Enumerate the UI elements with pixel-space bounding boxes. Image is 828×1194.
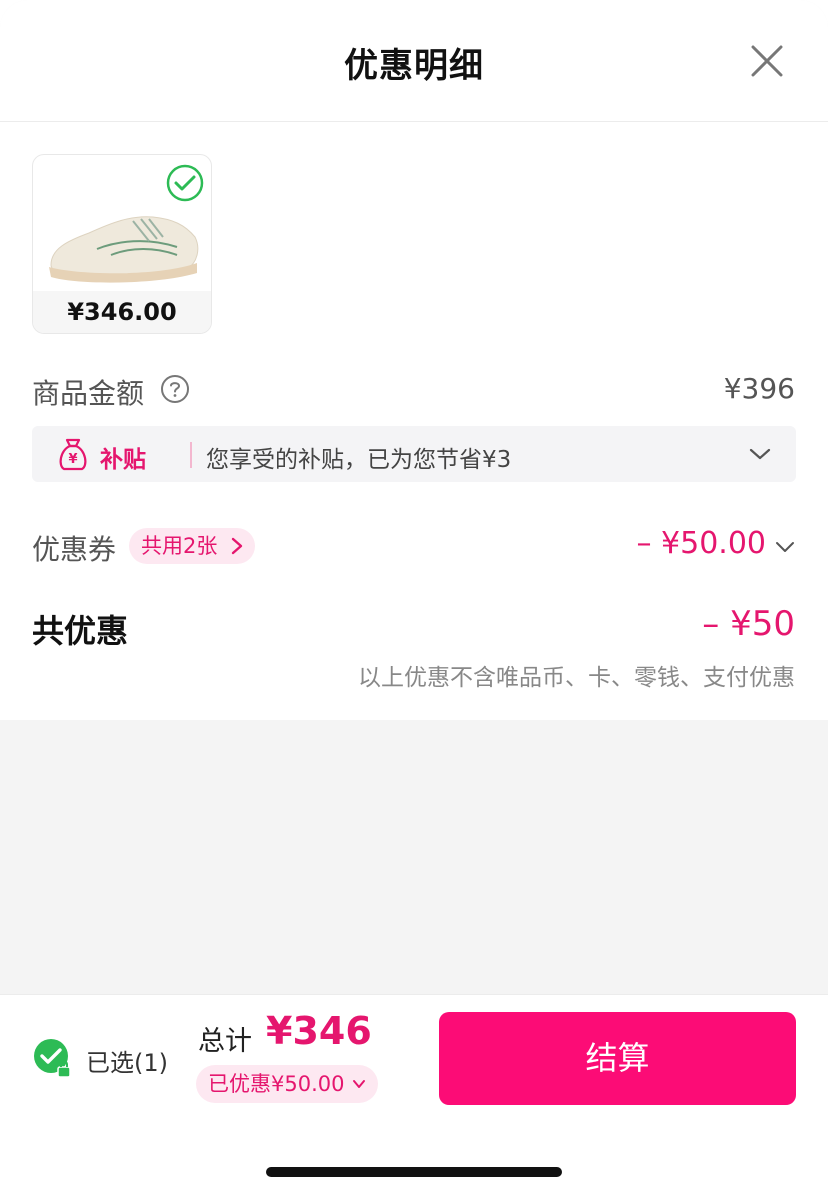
subsidy-bar[interactable]: ¥ 补贴 您享受的补贴，已为您节省¥3 — [32, 426, 796, 482]
total-discount-label: 共优惠 — [32, 612, 129, 650]
close-icon[interactable] — [746, 40, 788, 82]
page-title: 优惠明细 — [344, 46, 484, 86]
help-circle-icon[interactable] — [160, 374, 190, 404]
total-value: ¥346 — [266, 1009, 372, 1053]
saved-amount-chip[interactable]: 已优惠¥50.00 — [196, 1065, 379, 1103]
chevron-down-icon[interactable] — [774, 538, 796, 556]
lock-check-icon[interactable] — [32, 1037, 74, 1079]
checkout-bar: 已选(1) 总计 ¥346 已优惠¥50.00 结算 — [0, 994, 828, 1194]
subsidy-text: 您享受的补贴，已为您节省¥3 — [206, 447, 512, 473]
subsidy-divider — [190, 442, 192, 468]
subsidy-tag: 补贴 — [100, 447, 146, 473]
checkout-button[interactable]: 结算 — [439, 1012, 796, 1105]
detail-panel: 优惠明细 ¥346.00 商品金额 ¥396 ¥ 补贴 您享受的补贴，已为您节省… — [0, 0, 828, 720]
goods-amount-value: ¥396 — [723, 372, 795, 405]
home-indicator[interactable] — [266, 1167, 562, 1177]
check-circle-icon[interactable] — [165, 163, 205, 203]
product-card[interactable]: ¥346.00 — [32, 154, 212, 334]
selected-count: 已选(1) — [86, 1049, 168, 1077]
goods-amount-label: 商品金额 — [32, 377, 145, 410]
discount-note: 以上优惠不含唯品币、卡、零钱、支付优惠 — [358, 665, 795, 691]
saved-amount-label: 已优惠¥50.00 — [208, 1072, 345, 1096]
chevron-right-icon — [232, 537, 243, 555]
chevron-down-icon — [353, 1080, 366, 1088]
coupon-value: – ¥50.00 — [636, 526, 766, 561]
coupon-count-chip[interactable]: 共用2张 — [129, 528, 256, 564]
sheet-header: 优惠明细 — [0, 0, 828, 122]
money-bag-icon: ¥ — [59, 438, 87, 471]
total-discount-value: – ¥50 — [702, 604, 795, 644]
discount-detail-sheet: 优惠明细 ¥346.00 商品金额 ¥396 ¥ 补贴 您享受的补贴，已为您节省… — [0, 0, 828, 1194]
coupon-count-label: 共用2张 — [141, 534, 218, 558]
svg-text:¥: ¥ — [68, 452, 77, 467]
total-label: 总计 — [198, 1026, 252, 1057]
product-price: ¥346.00 — [33, 291, 211, 333]
chevron-down-icon[interactable] — [748, 444, 772, 464]
coupon-label: 优惠券 — [32, 533, 117, 566]
